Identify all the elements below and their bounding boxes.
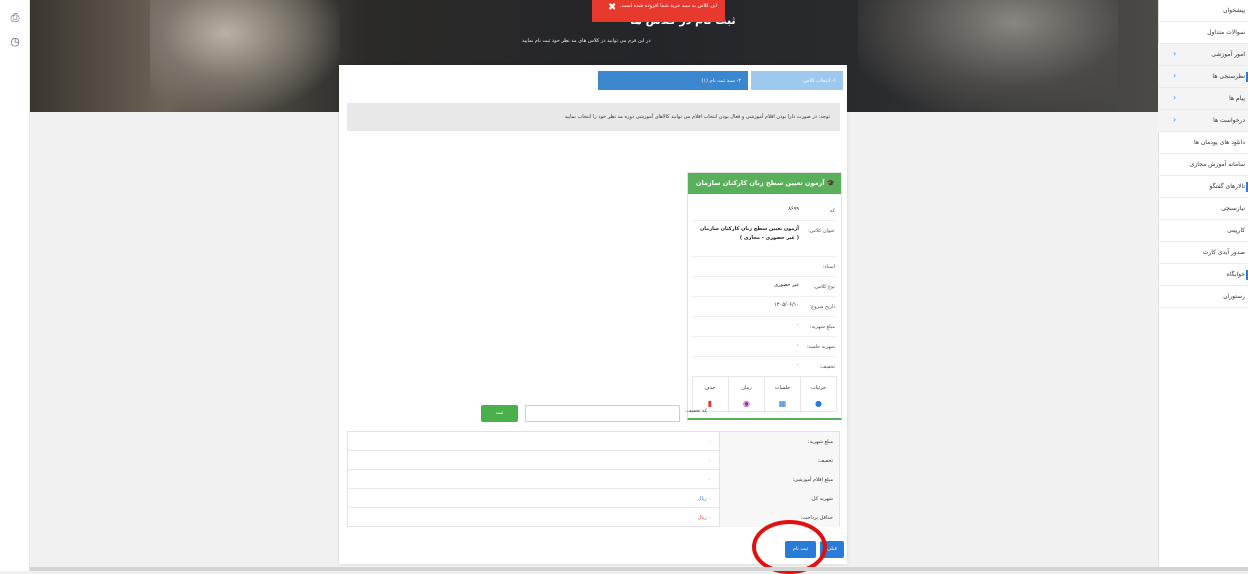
clock-icon[interactable]: ◉ (729, 399, 764, 408)
payment-summary: مبلغ شهریه: ۰ تخفیف: ۰ مبلغ اقلام آموزشی… (347, 431, 840, 527)
summary-row: مبلغ اقلام آموزشی: ۰ (348, 470, 839, 489)
sidebar-item-forums[interactable]: تالارهای گفتگو (1158, 176, 1248, 198)
sidebar-item-education[interactable]: امور آموزشی ‹ (1158, 44, 1248, 66)
action-label: حذف (704, 385, 716, 391)
class-actions: جزئیات ● جلسات ▦ زمان ◉ حذف ▮ (692, 376, 837, 413)
graduation-cap-icon: 🎓 (824, 179, 835, 187)
sidebar-item-dashboard[interactable]: پیشخوان (1158, 0, 1248, 22)
summary-row: شهریه کل: ۰ ریال (348, 489, 839, 508)
step-label: ۱- انتخاب کلاس (803, 78, 836, 84)
notice-text: توجه: در صورت دارا بودن اقلام آموزشی و ف… (564, 114, 830, 120)
coupon-input[interactable] (525, 405, 680, 422)
sidebar-item-faq[interactable]: سوالات متداول (1158, 22, 1248, 44)
summary-key: شهریه کل: (810, 496, 833, 502)
chevron-left-icon: ‹ (1173, 49, 1177, 58)
action-label: جزئیات (811, 385, 826, 391)
summary-key: حداقل پرداخت: (800, 515, 833, 521)
sidebar-item-surveys[interactable]: نظرسنجی ها ‹ (1158, 66, 1248, 88)
sidebar-item-downloads[interactable]: دانلود های پودمان ها (1158, 132, 1248, 154)
summary-value: ۰ ریال (697, 515, 711, 521)
hero-photo-lamp (150, 0, 340, 112)
class-card: 🎓 آزمون تعیین سطح زبان کارکنان سازمان کد… (687, 172, 842, 420)
summary-row: تخفیف: ۰ (348, 451, 839, 470)
print-icon[interactable]: ⎙ (9, 12, 21, 24)
error-toast: این کلاس به سبد خرید شما افزوده شده است.… (592, 0, 725, 22)
sessions-action[interactable]: جلسات ▦ (764, 377, 800, 413)
row-key: نوع کلاس: (813, 284, 835, 290)
summary-value: ۰ (708, 477, 711, 483)
trash-icon[interactable]: ▮ (692, 399, 728, 408)
highlight-circle (752, 520, 827, 574)
action-label: زمان (741, 385, 752, 391)
summary-value: ۰ (708, 439, 711, 445)
history-icon[interactable]: ◷ (9, 36, 21, 48)
coupon-label: کد تخفیف: (685, 408, 708, 414)
row-value: غیر حضوری (774, 282, 799, 288)
row-key: عنوان کلاس: (808, 228, 835, 234)
row-key: شهریه جلسه: (806, 344, 836, 350)
class-row-code: کد: ۸۶۹۹ (692, 201, 837, 221)
summary-key: تخفیف: (817, 458, 833, 464)
row-value: ۰ (796, 362, 799, 368)
step-select-class[interactable]: ۱- انتخاب کلاس (751, 71, 843, 90)
chevron-left-icon: ‹ (1173, 71, 1177, 80)
sidebar-item-elearning[interactable]: سامانه آموزش مجازی (1158, 154, 1248, 176)
class-row-start: تاریخ شروع: ۱۴۰۵/۰۶/۱۰ (692, 297, 837, 317)
sidebar-item-id-card[interactable]: صدور آیدی کارت (1158, 242, 1248, 264)
registration-card: ۱- انتخاب کلاس ۲- سبد ثبت نام (۱) توجه: … (339, 65, 847, 564)
time-action[interactable]: زمان ◉ (728, 377, 764, 413)
toast-message: این کلاس به سبد خرید شما افزوده شده است. (620, 3, 717, 9)
sidebar-item-restaurant[interactable]: رستوران (1158, 286, 1248, 308)
action-label: جلسات (774, 385, 791, 391)
notice-box: توجه: در صورت دارا بودن اقلام آموزشی و ف… (347, 103, 840, 131)
step-label: ۲- سبد ثبت نام (۱) (701, 78, 741, 84)
calendar-icon[interactable]: ▦ (765, 399, 800, 408)
page-bottom-border (30, 567, 1248, 571)
row-key: کد: (828, 208, 835, 214)
eye-icon[interactable]: ● (801, 399, 836, 408)
class-row-discount: تخفیف: ۰ (692, 357, 837, 377)
coupon-submit-button[interactable]: ثبت (481, 405, 518, 422)
step-cart[interactable]: ۲- سبد ثبت نام (۱) (598, 71, 748, 90)
summary-row: مبلغ شهریه: ۰ (348, 432, 839, 451)
class-row-tuition: مبلغ شهریه: ۰ (692, 317, 837, 337)
chevron-left-icon: ‹ (1173, 93, 1177, 102)
left-rail: ⎙ ◷ (0, 0, 30, 571)
hero-photo-window (858, 0, 1118, 112)
sidebar-item-needs-assessment[interactable]: نیازسنجی (1158, 198, 1248, 220)
class-row-teacher: استاد: (692, 257, 837, 277)
sidebar: پیشخوان سوالات متداول امور آموزشی ‹ نظرسن… (1158, 0, 1248, 571)
row-value: ۰ (796, 342, 799, 348)
sidebar-item-messages[interactable]: پیام ها ‹ (1158, 88, 1248, 110)
sidebar-item-kardex[interactable]: کارپینی (1158, 220, 1248, 242)
sidebar-item-requests[interactable]: درخواست ها ‹ (1158, 110, 1248, 132)
class-title: آزمون تعیین سطح زبان کارکنان سازمان (695, 179, 825, 187)
page-subtitle: در این فرم می توانید در کلاس های مد نظر … (522, 38, 651, 44)
row-value: ۰ (796, 322, 799, 328)
details-action[interactable]: جزئیات ● (800, 377, 836, 413)
class-row-title: عنوان کلاس: آزمون تعیین سطح زبان کارکنان… (692, 221, 837, 257)
sidebar-item-dormitory[interactable]: خوابگاه (1158, 264, 1248, 286)
row-value: ۱۴۰۵/۰۶/۱۰ (774, 302, 799, 308)
class-card-header: 🎓 آزمون تعیین سطح زبان کارکنان سازمان (688, 173, 841, 194)
close-icon[interactable]: ✖ (608, 2, 616, 13)
row-value: ۸۶۹۹ (788, 206, 799, 212)
row-key: تخفیف: (819, 364, 835, 370)
row-key: تاریخ شروع: (809, 304, 835, 310)
summary-value: ۰ ریال (697, 496, 711, 502)
class-section: 🎓 آزمون تعیین سطح زبان کارکنان سازمان کد… (339, 167, 847, 427)
row-key: مبلغ شهریه: (809, 324, 835, 330)
row-key: استاد: (822, 264, 835, 270)
class-row-session-fee: شهریه جلسه: ۰ (692, 337, 837, 357)
summary-key: مبلغ شهریه: (807, 439, 833, 445)
summary-value: ۰ (708, 458, 711, 464)
chevron-left-icon: ‹ (1173, 115, 1177, 124)
class-row-type: نوع کلاس: غیر حضوری (692, 277, 837, 297)
summary-row: حداقل پرداخت: ۰ ریال (348, 508, 839, 527)
row-value: آزمون تعیین سطح زبان کارکنان سازمان ( غی… (699, 226, 799, 241)
summary-key: مبلغ اقلام آموزشی: (792, 477, 833, 483)
